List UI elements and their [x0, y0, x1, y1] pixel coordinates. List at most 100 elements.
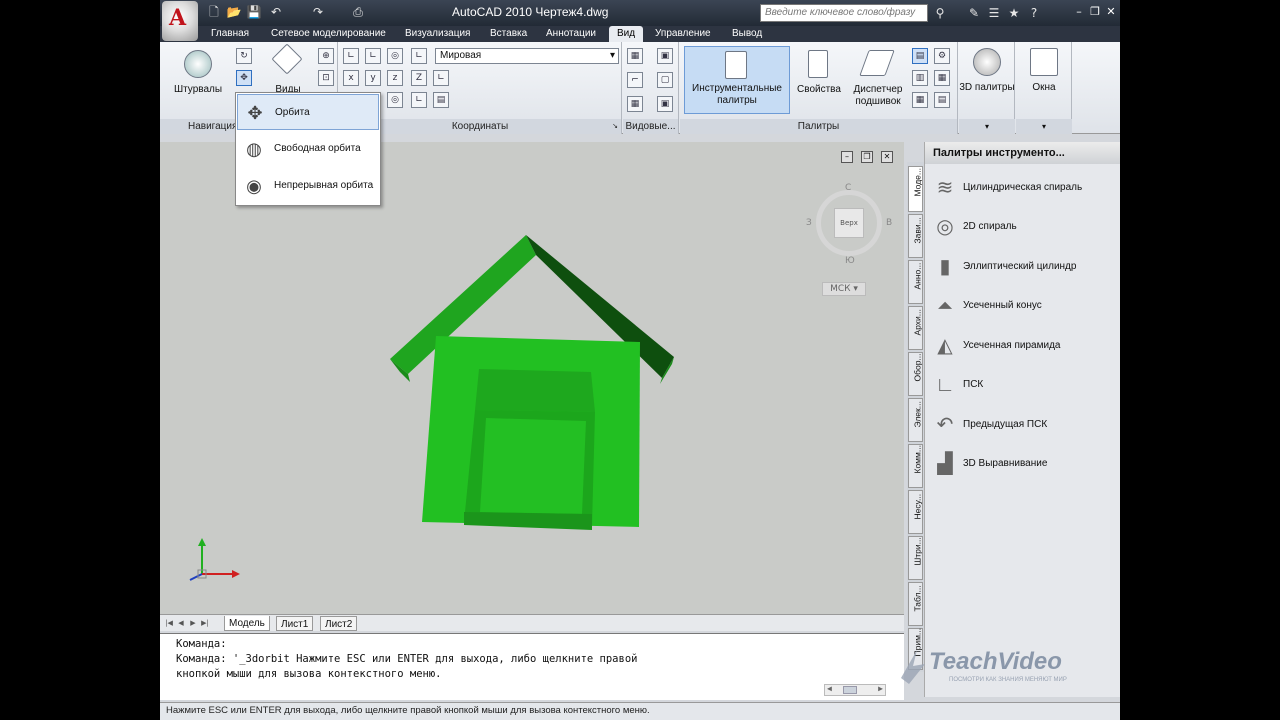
- pan-icon[interactable]: ↻: [236, 48, 252, 64]
- orbit-icon: ✥: [247, 103, 263, 123]
- tool-palettes-button[interactable]: Инструментальные палитры: [684, 46, 790, 114]
- menu-item-continuous-orbit[interactable]: ◉ Непрерывная орбита: [237, 168, 379, 204]
- palette-tab-hatches[interactable]: Штри...: [908, 536, 923, 580]
- orbit-icon[interactable]: ✥: [236, 70, 252, 86]
- calculator-icon[interactable]: ▦: [934, 70, 950, 86]
- command-scrollbar[interactable]: ◀ ▶: [824, 684, 886, 696]
- menu-item-orbit[interactable]: ✥ Орбита: [237, 94, 379, 130]
- viewport-config-icon[interactable]: ▦: [627, 48, 643, 64]
- menu-item-free-orbit[interactable]: ◍ Свободная орбита: [237, 131, 379, 167]
- windows-label[interactable]: Окна: [1016, 82, 1072, 94]
- tab-annotate[interactable]: Аннотации: [543, 26, 599, 42]
- undo-icon[interactable]: ↶: [268, 4, 284, 20]
- palettes3d-expand-icon[interactable]: ▾: [959, 119, 1015, 134]
- layers-palette-icon[interactable]: ▤: [912, 48, 928, 64]
- drawing-viewport[interactable]: – ❐ ✕ Верх С Ю З В МСК ▾: [160, 142, 904, 614]
- ucs-zaxis-icon[interactable]: Z: [411, 70, 427, 86]
- command-line-icon[interactable]: ▤: [934, 92, 950, 108]
- first-layout-icon[interactable]: |◀: [164, 617, 174, 629]
- search-input[interactable]: Введите ключевое слово/фразу: [760, 4, 928, 22]
- ucs-icon[interactable]: ∟: [343, 48, 359, 64]
- open-file-icon[interactable]: 📂: [226, 4, 242, 20]
- viewport-grid-icon[interactable]: ▦: [627, 96, 643, 112]
- tool-ucs[interactable]: ∟ ПСК: [929, 367, 1117, 403]
- tool-helix[interactable]: ≋ Цилиндрическая спираль: [929, 170, 1117, 206]
- minimize-icon[interactable]: –: [1072, 5, 1086, 19]
- ucs-object-icon[interactable]: ◎: [387, 48, 403, 64]
- tab-home[interactable]: Главная: [208, 26, 252, 42]
- palette-tab-modeling[interactable]: Моде...: [908, 166, 923, 212]
- tab-model[interactable]: Модель: [224, 616, 270, 631]
- palette-tab-architectural[interactable]: Архи...: [908, 306, 923, 350]
- save-icon[interactable]: 💾: [246, 4, 262, 20]
- prev-layout-icon[interactable]: ◀: [176, 617, 186, 629]
- tool-3d-align[interactable]: ▟ 3D Выравнивание: [929, 446, 1117, 482]
- palette-tab-annotation[interactable]: Анно...: [908, 260, 923, 304]
- ucs-x-icon[interactable]: x: [343, 70, 359, 86]
- print-icon[interactable]: ⎙: [350, 4, 366, 20]
- steering-label[interactable]: Штурвалы: [168, 84, 228, 96]
- tool-elliptic-cylinder[interactable]: ▮ Эллиптический цилиндр: [929, 249, 1117, 285]
- tab-render[interactable]: Визуализация: [402, 26, 473, 42]
- tab-layout2[interactable]: Лист2: [320, 616, 358, 631]
- ucs-origin-icon[interactable]: ◎: [387, 92, 403, 108]
- tab-layout1[interactable]: Лист1: [276, 616, 314, 631]
- tool-pyramid-frustum[interactable]: ◭ Усеченная пирамида: [929, 328, 1117, 364]
- tab-insert[interactable]: Вставка: [487, 26, 530, 42]
- properties-button[interactable]: Свойства: [794, 46, 844, 114]
- zoom-window-icon[interactable]: ⊡: [318, 70, 334, 86]
- palette-tab-tables[interactable]: Табл...: [908, 582, 923, 626]
- tool-2d-spiral[interactable]: ◎ 2D спираль: [929, 209, 1117, 245]
- palette-tab-structural[interactable]: Несу...: [908, 490, 923, 534]
- ucs-3point-icon[interactable]: ∟: [433, 70, 449, 86]
- palettes3d-icon[interactable]: [973, 48, 1001, 76]
- sheet-manager-button[interactable]: Диспетчер подшивок: [848, 46, 908, 114]
- palette-tab-commands[interactable]: Комм...: [908, 444, 923, 488]
- tab-output[interactable]: Вывод: [729, 26, 765, 42]
- palette-title[interactable]: Палитры инструменто...: [925, 142, 1120, 164]
- tool-cone-frustum[interactable]: ⏶ Усеченный конус: [929, 288, 1117, 324]
- next-layout-icon[interactable]: ▶: [188, 617, 198, 629]
- coordinates-panel-title: Координаты ↘: [339, 119, 621, 134]
- tab-view[interactable]: Вид: [609, 26, 644, 42]
- redo-icon[interactable]: ↷: [310, 4, 326, 20]
- palette-tab-electrical[interactable]: Элек...: [908, 398, 923, 442]
- tools-icon[interactable]: ✎: [966, 5, 982, 21]
- viewport-join-icon[interactable]: ⌐: [627, 72, 643, 88]
- viewport-restore-icon[interactable]: ▣: [657, 96, 673, 112]
- tool-ucs-previous[interactable]: ↶ Предыдущая ПСК: [929, 407, 1117, 443]
- windows-expand-icon[interactable]: ▾: [1016, 119, 1072, 134]
- door-panel: [480, 418, 586, 514]
- palette-tab-equipment[interactable]: Обор...: [908, 352, 923, 396]
- ucs-view-icon[interactable]: ∟: [411, 48, 427, 64]
- palettes3d-label[interactable]: 3D палитры: [959, 82, 1015, 94]
- ucs-apply-icon[interactable]: ∟: [411, 92, 427, 108]
- markup-icon[interactable]: ▥: [912, 70, 928, 86]
- viewport-clip-icon[interactable]: ▢: [657, 72, 673, 88]
- last-layout-icon[interactable]: ▶|: [200, 617, 210, 629]
- command-line[interactable]: Команда: Команда: '_3dorbit Нажмите ESC …: [160, 633, 904, 700]
- viewport-named-icon[interactable]: ▣: [657, 48, 673, 64]
- new-file-icon[interactable]: 🗋: [206, 4, 222, 20]
- binoculars-icon[interactable]: ⚲: [932, 5, 948, 21]
- views-cube-icon[interactable]: [271, 43, 303, 75]
- steering-wheel-icon[interactable]: [184, 50, 212, 78]
- ucs-named-icon[interactable]: ▤: [433, 92, 449, 108]
- ucs-face-icon[interactable]: ∟: [365, 48, 381, 64]
- close-icon[interactable]: ✕: [1104, 5, 1118, 19]
- tab-manage[interactable]: Управление: [652, 26, 714, 42]
- app-logo[interactable]: A: [162, 1, 198, 41]
- ucs-select[interactable]: Мировая ▾: [435, 48, 619, 64]
- windows-icon[interactable]: [1030, 48, 1058, 76]
- palette-tab-constraints[interactable]: Зави...: [908, 214, 923, 258]
- zoom-icon[interactable]: ⊕: [318, 48, 334, 64]
- info-icon[interactable]: ☰: [986, 5, 1002, 21]
- dbconnect-icon[interactable]: ▦: [912, 92, 928, 108]
- ucs-z-icon[interactable]: z: [387, 70, 403, 86]
- help-icon[interactable]: ?: [1026, 5, 1042, 21]
- design-center-icon[interactable]: ⚙: [934, 48, 950, 64]
- tab-mesh-modeling[interactable]: Сетевое моделирование: [268, 26, 389, 42]
- maximize-icon[interactable]: ❐: [1088, 5, 1102, 19]
- ucs-y-icon[interactable]: y: [365, 70, 381, 86]
- star-icon[interactable]: ★: [1006, 5, 1022, 21]
